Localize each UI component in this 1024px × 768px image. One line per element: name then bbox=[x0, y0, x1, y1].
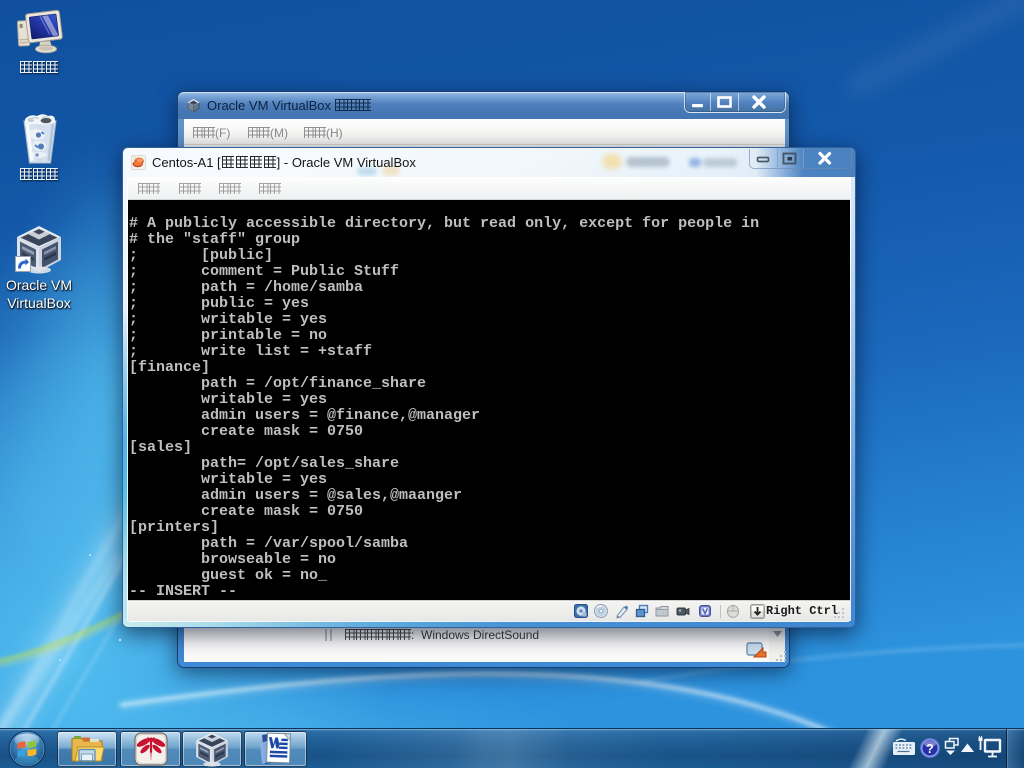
svg-text:?: ? bbox=[926, 742, 934, 756]
